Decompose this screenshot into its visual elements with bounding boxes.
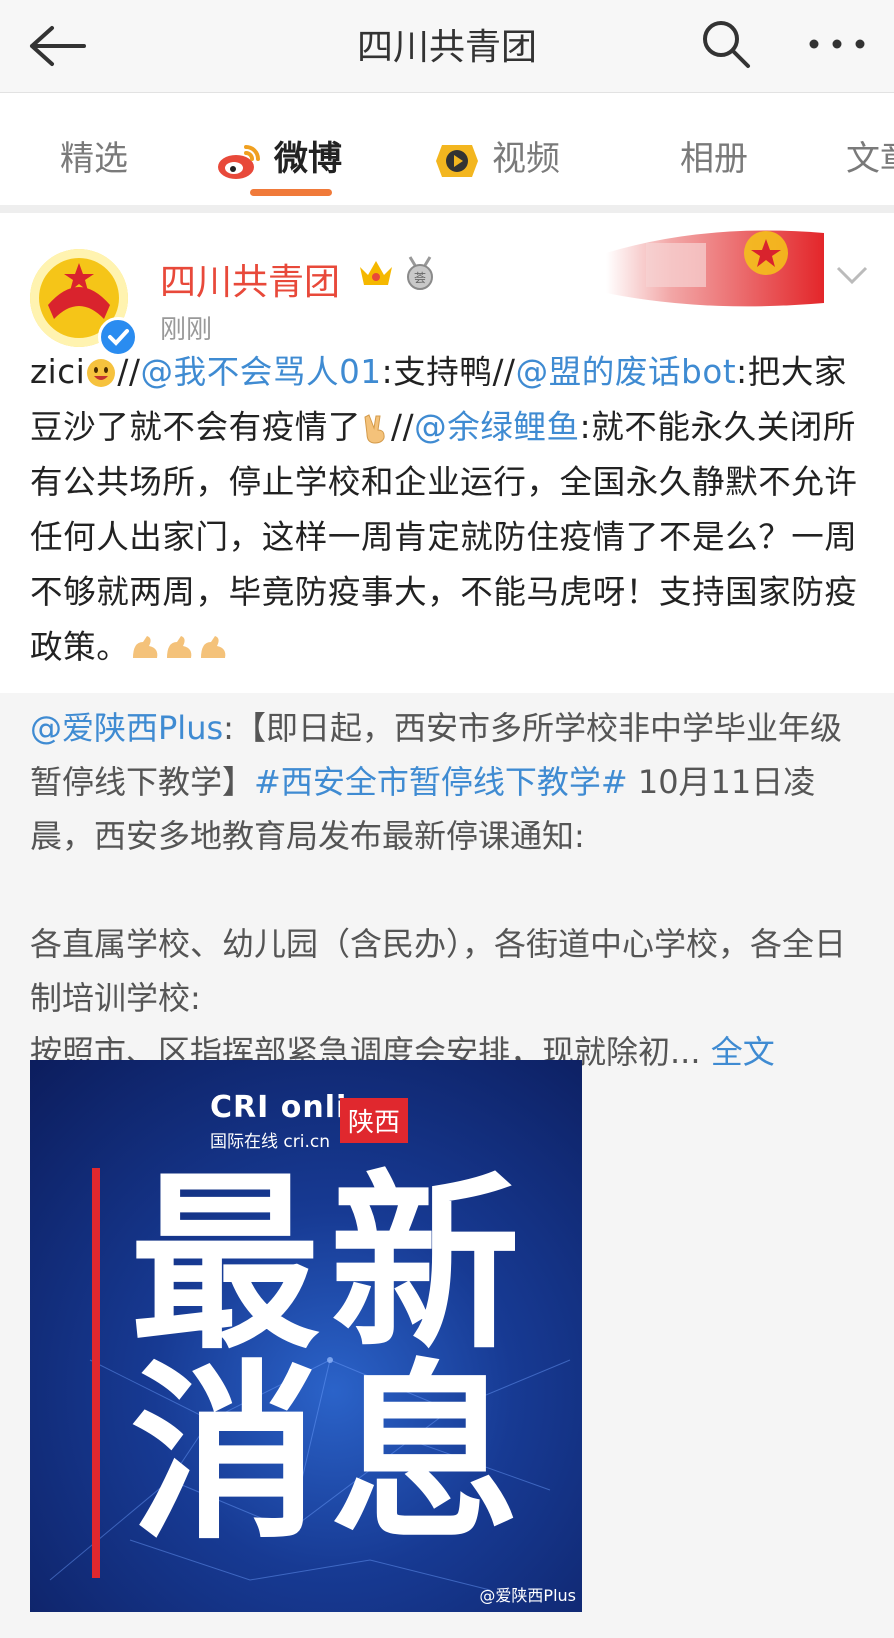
tab-video-label: 视频 [492,139,560,179]
tab-articles[interactable]: 文章 [846,131,894,180]
post-text-segment: // [117,353,141,391]
flexed-biceps-emoji-icon [133,636,226,658]
chevron-down-icon[interactable] [834,263,870,287]
post-card: 四川共青团 荟 刚刚 zici //@我不会骂人01:支持鸭//@盟的废话bot:… [0,213,894,693]
active-tab-indicator [250,189,332,196]
mention-link[interactable]: @余绿鲤鱼 [414,408,580,446]
red-accent-bar [92,1168,100,1578]
profile-tabs: 精选 微博 视频 相册 文章 [0,93,894,213]
news-image[interactable]: CRI online 国际在线 cri.cn 陕西 最 新 消 息 @爱陕西Pl… [30,1060,582,1612]
smiley-emoji-icon [87,359,116,387]
headline-char: 息 [330,1344,521,1565]
search-icon[interactable] [700,18,752,70]
crown-badge-icon [360,261,392,285]
post-text-segment: // [391,408,415,446]
mention-link[interactable]: @爱陕西Plus [30,709,223,747]
tab-weibo[interactable]: 微博 [216,131,342,181]
repost-text: @爱陕西Plus:【即日起，西安市多所学校非中学毕业年级暂停线下教学】#西安全市… [30,701,870,1079]
victory-hand-emoji-icon [364,414,385,444]
post-time: 刚刚 [160,315,213,345]
repost-paragraph: @爱陕西Plus:【即日起，西安市多所学校非中学毕业年级暂停线下教学】#西安全市… [30,701,870,863]
post-text-segment: :支持鸭// [381,353,516,391]
hashtag-link[interactable]: #西安全市暂停线下教学# [254,763,628,801]
more-options-icon[interactable] [806,18,868,70]
tab-weibo-label: 微博 [274,139,342,179]
headline-char: 新 [330,1154,521,1375]
region-tag: 陕西 [340,1098,409,1143]
video-icon [436,144,478,177]
post-text-segment: zici [30,353,86,391]
image-watermark: @爱陕西Plus [479,1586,576,1605]
post-text: zici//@我不会骂人01:支持鸭//@盟的废话bot:把大家豆沙了就不会有疫… [30,345,870,675]
author-name[interactable]: 四川共青团 [160,253,340,305]
medal-badge-icon: 荟 [407,256,433,290]
reposted-content[interactable]: @爱陕西Plus:【即日起，西安市多所学校非中学毕业年级暂停线下教学】#西安全市… [0,693,894,1638]
tab-album[interactable]: 相册 [680,131,748,180]
page-title: 四川共青团 [356,27,537,68]
decorative-banner [606,230,824,307]
headline-char: 最 [130,1154,321,1375]
tab-video[interactable]: 视频 [434,131,560,181]
mention-link[interactable]: @盟的废话bot [516,353,737,391]
post-text-segment: :就不能永久关闭所有公共场所，停止学校和企业运行，全国永久静默不允许任何人出家门… [30,408,858,666]
tab-featured[interactable]: 精选 [60,131,128,180]
mention-link[interactable]: @我不会骂人01 [141,353,382,391]
read-full-text-link[interactable]: 全文 [711,1033,775,1071]
top-bar: 四川共青团 [0,0,894,93]
svg-text:荟: 荟 [414,271,426,285]
repost-paragraph: 各直属学校、幼儿园（含民办），各街道中心学校，各全日制培训学校: [30,925,847,1017]
headline-char: 消 [130,1344,321,1565]
weibo-logo-icon [218,144,260,179]
